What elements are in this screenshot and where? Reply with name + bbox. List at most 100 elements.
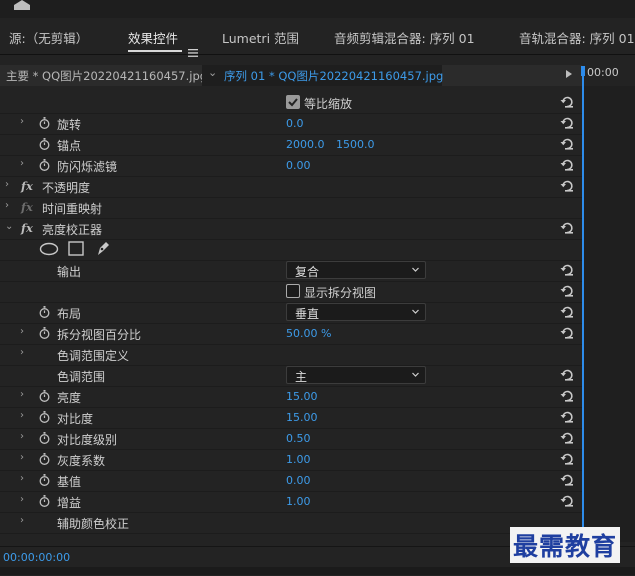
top-strip: [0, 0, 635, 18]
gain-row: › 增益 1.00: [0, 491, 582, 513]
expand-chevron-icon[interactable]: ›: [5, 200, 9, 211]
stopwatch-icon[interactable]: [39, 390, 50, 402]
stopwatch-icon[interactable]: [39, 159, 50, 171]
tab-lumetri-scopes[interactable]: Lumetri 范围: [222, 28, 299, 47]
split-view-label: 显示拆分视图: [304, 286, 377, 300]
fx-icon[interactable]: fx: [21, 179, 33, 193]
gamma-value[interactable]: 1.00: [286, 453, 311, 466]
ellipse-mask-icon[interactable]: [39, 242, 59, 256]
chevron-down-icon: [412, 372, 419, 377]
master-clip-label[interactable]: 主要 * QQ图片20220421160457.jpg: [6, 68, 207, 84]
home-icon[interactable]: [12, 0, 32, 10]
time-remap-row: › fx 时间重映射: [0, 197, 582, 219]
expand-chevron-icon[interactable]: ›: [20, 473, 24, 484]
panel-menu-icon[interactable]: [188, 49, 198, 57]
brightness-corrector-label: 亮度校正器: [42, 223, 103, 237]
contrast-level-value[interactable]: 0.50: [286, 432, 311, 445]
tab-audio-track-mixer[interactable]: 音轨混合器: 序列 01: [519, 28, 635, 47]
anti-flicker-row: › 防闪烁滤镜 0.00: [0, 155, 582, 177]
stopwatch-icon[interactable]: [39, 327, 50, 339]
current-timecode[interactable]: 00:00:00:00: [3, 551, 70, 564]
rotation-label: 旋转: [57, 118, 82, 132]
tab-audio-clip-mixer[interactable]: 音频剪辑混合器: 序列 01: [334, 28, 475, 47]
expand-chevron-icon[interactable]: ›: [20, 452, 24, 463]
stopwatch-icon[interactable]: [39, 432, 50, 444]
expand-chevron-icon[interactable]: ›: [20, 326, 24, 337]
anti-flicker-label: 防闪烁滤镜: [57, 160, 118, 174]
output-dropdown[interactable]: 复合: [286, 261, 426, 279]
split-percent-value[interactable]: 50.00 %: [286, 327, 331, 340]
expand-chevron-icon[interactable]: ›: [20, 158, 24, 169]
gamma-label: 灰度系数: [57, 454, 106, 468]
reset-icon[interactable]: [560, 263, 574, 277]
expand-chevron-icon[interactable]: ›: [20, 410, 24, 421]
playhead[interactable]: [582, 70, 584, 545]
pedestal-value[interactable]: 0.00: [286, 474, 311, 487]
expand-chevron-icon[interactable]: ›: [20, 116, 24, 127]
tonal-range-dropdown[interactable]: 主: [286, 366, 426, 384]
split-percent-row: › 拆分视图百分比 50.00 %: [0, 323, 582, 345]
reset-icon[interactable]: [560, 431, 574, 445]
reset-icon[interactable]: [560, 137, 574, 151]
reset-icon[interactable]: [560, 305, 574, 319]
contrast-row: › 对比度 15.00: [0, 407, 582, 429]
split-view-row: 显示拆分视图: [0, 281, 582, 303]
fx-icon[interactable]: fx: [21, 221, 33, 235]
play-triangle-icon[interactable]: [566, 70, 572, 78]
uniform-scale-row: 等比缩放: [0, 92, 582, 114]
anchor-x-value[interactable]: 2000.0: [286, 138, 325, 151]
reset-icon[interactable]: [560, 158, 574, 172]
gain-value[interactable]: 1.00: [286, 495, 311, 508]
expand-chevron-icon[interactable]: ›: [20, 347, 24, 358]
reset-icon[interactable]: [560, 95, 574, 109]
expand-chevron-icon[interactable]: ›: [20, 389, 24, 400]
tonal-range-def-row: › 色调范围定义: [0, 344, 582, 366]
reset-icon[interactable]: [560, 326, 574, 340]
stopwatch-icon[interactable]: [39, 495, 50, 507]
split-view-checkbox[interactable]: [286, 284, 300, 298]
effect-controls-panel: 等比缩放 › 旋转 0.0 锚点 2000.0 1500.0 › 防闪烁滤镜 0…: [0, 86, 582, 546]
anchor-row: 锚点 2000.0 1500.0: [0, 134, 582, 156]
pen-tool-icon[interactable]: [95, 240, 111, 256]
rotation-value[interactable]: 0.0: [286, 117, 304, 130]
uniform-scale-checkbox[interactable]: [286, 95, 300, 109]
clip-selector-bar: 主要 * QQ图片20220421160457.jpg ⌄ 序列 01 * QQ…: [0, 65, 582, 87]
expand-chevron-icon[interactable]: ›: [20, 494, 24, 505]
tab-source[interactable]: 源:（无剪辑）: [9, 28, 88, 47]
rectangle-mask-icon[interactable]: [68, 241, 84, 256]
mask-tools-row: [0, 239, 582, 261]
stopwatch-icon[interactable]: [39, 117, 50, 129]
sequence-clip-label: 序列 01 * QQ图片20220421160457.jpg: [224, 69, 444, 83]
reset-icon[interactable]: [560, 179, 574, 193]
reset-icon[interactable]: [560, 389, 574, 403]
sequence-clip-selector[interactable]: ⌄ 序列 01 * QQ图片20220421160457.jpg: [202, 65, 444, 86]
stopwatch-icon[interactable]: [39, 453, 50, 465]
anchor-y-value[interactable]: 1500.0: [336, 138, 375, 151]
expand-chevron-icon[interactable]: ›: [5, 179, 9, 190]
output-label: 输出: [57, 265, 82, 279]
collapse-chevron-icon[interactable]: ⌄: [5, 221, 13, 232]
reset-icon[interactable]: [560, 221, 574, 235]
contrast-label: 对比度: [57, 412, 94, 426]
tab-effect-controls[interactable]: 效果控件: [128, 28, 178, 47]
timeline-area[interactable]: [582, 86, 635, 542]
contrast-value[interactable]: 15.00: [286, 411, 318, 424]
layout-dropdown[interactable]: 垂直: [286, 303, 426, 321]
brightness-value[interactable]: 15.00: [286, 390, 318, 403]
reset-icon[interactable]: [560, 116, 574, 130]
horizontal-scrollbar[interactable]: [0, 567, 635, 575]
stopwatch-icon[interactable]: [39, 411, 50, 423]
expand-chevron-icon[interactable]: ›: [20, 431, 24, 442]
expand-chevron-icon[interactable]: ›: [20, 515, 24, 526]
reset-icon[interactable]: [560, 494, 574, 508]
stopwatch-icon[interactable]: [39, 306, 50, 318]
reset-icon[interactable]: [560, 368, 574, 382]
reset-icon[interactable]: [560, 410, 574, 424]
stopwatch-icon[interactable]: [39, 138, 50, 150]
stopwatch-icon[interactable]: [39, 474, 50, 486]
reset-icon[interactable]: [560, 284, 574, 298]
anti-flicker-value[interactable]: 0.00: [286, 159, 311, 172]
reset-icon[interactable]: [560, 452, 574, 466]
uniform-scale-label: 等比缩放: [304, 97, 353, 111]
reset-icon[interactable]: [560, 473, 574, 487]
